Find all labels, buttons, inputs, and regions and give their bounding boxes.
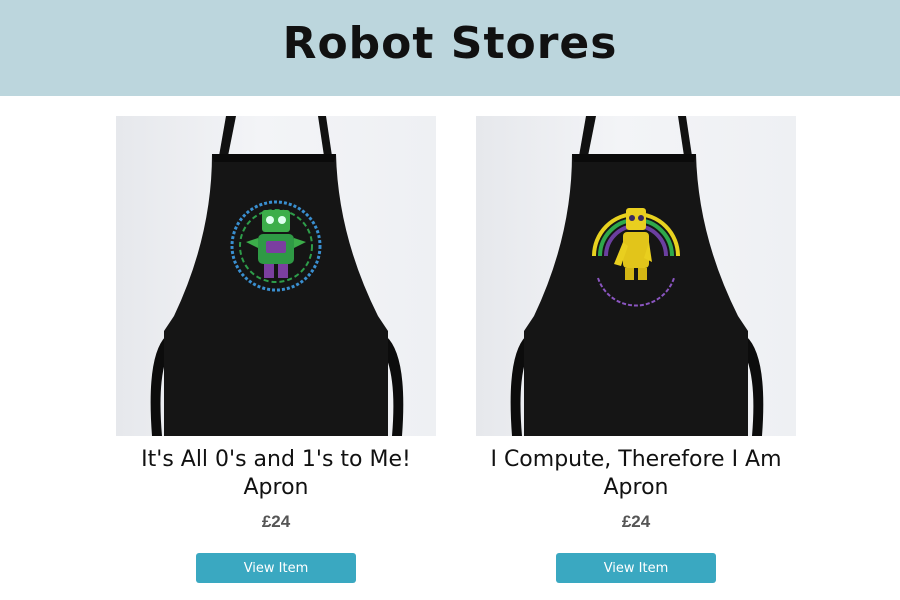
apron-graphic bbox=[150, 116, 404, 436]
product-name[interactable]: I Compute, Therefore I Am Apron bbox=[466, 446, 806, 502]
product-card: I Compute, Therefore I Am Apron £24 View… bbox=[476, 116, 796, 600]
site-header: Robot Stores bbox=[0, 0, 900, 96]
apron-graphic bbox=[510, 116, 764, 436]
product-name[interactable]: It's All 0's and 1's to Me! Apron bbox=[106, 446, 446, 502]
view-item-button[interactable]: View Item bbox=[196, 553, 356, 583]
product-price: £24 bbox=[261, 512, 291, 531]
site-title: Robot Stores bbox=[282, 18, 618, 69]
product-image[interactable] bbox=[476, 116, 796, 436]
product-card: It's All 0's and 1's to Me! Apron £24 Vi… bbox=[116, 116, 436, 600]
product-image[interactable] bbox=[116, 116, 436, 436]
view-item-button[interactable]: View Item bbox=[556, 553, 716, 583]
product-price: £24 bbox=[621, 512, 651, 531]
